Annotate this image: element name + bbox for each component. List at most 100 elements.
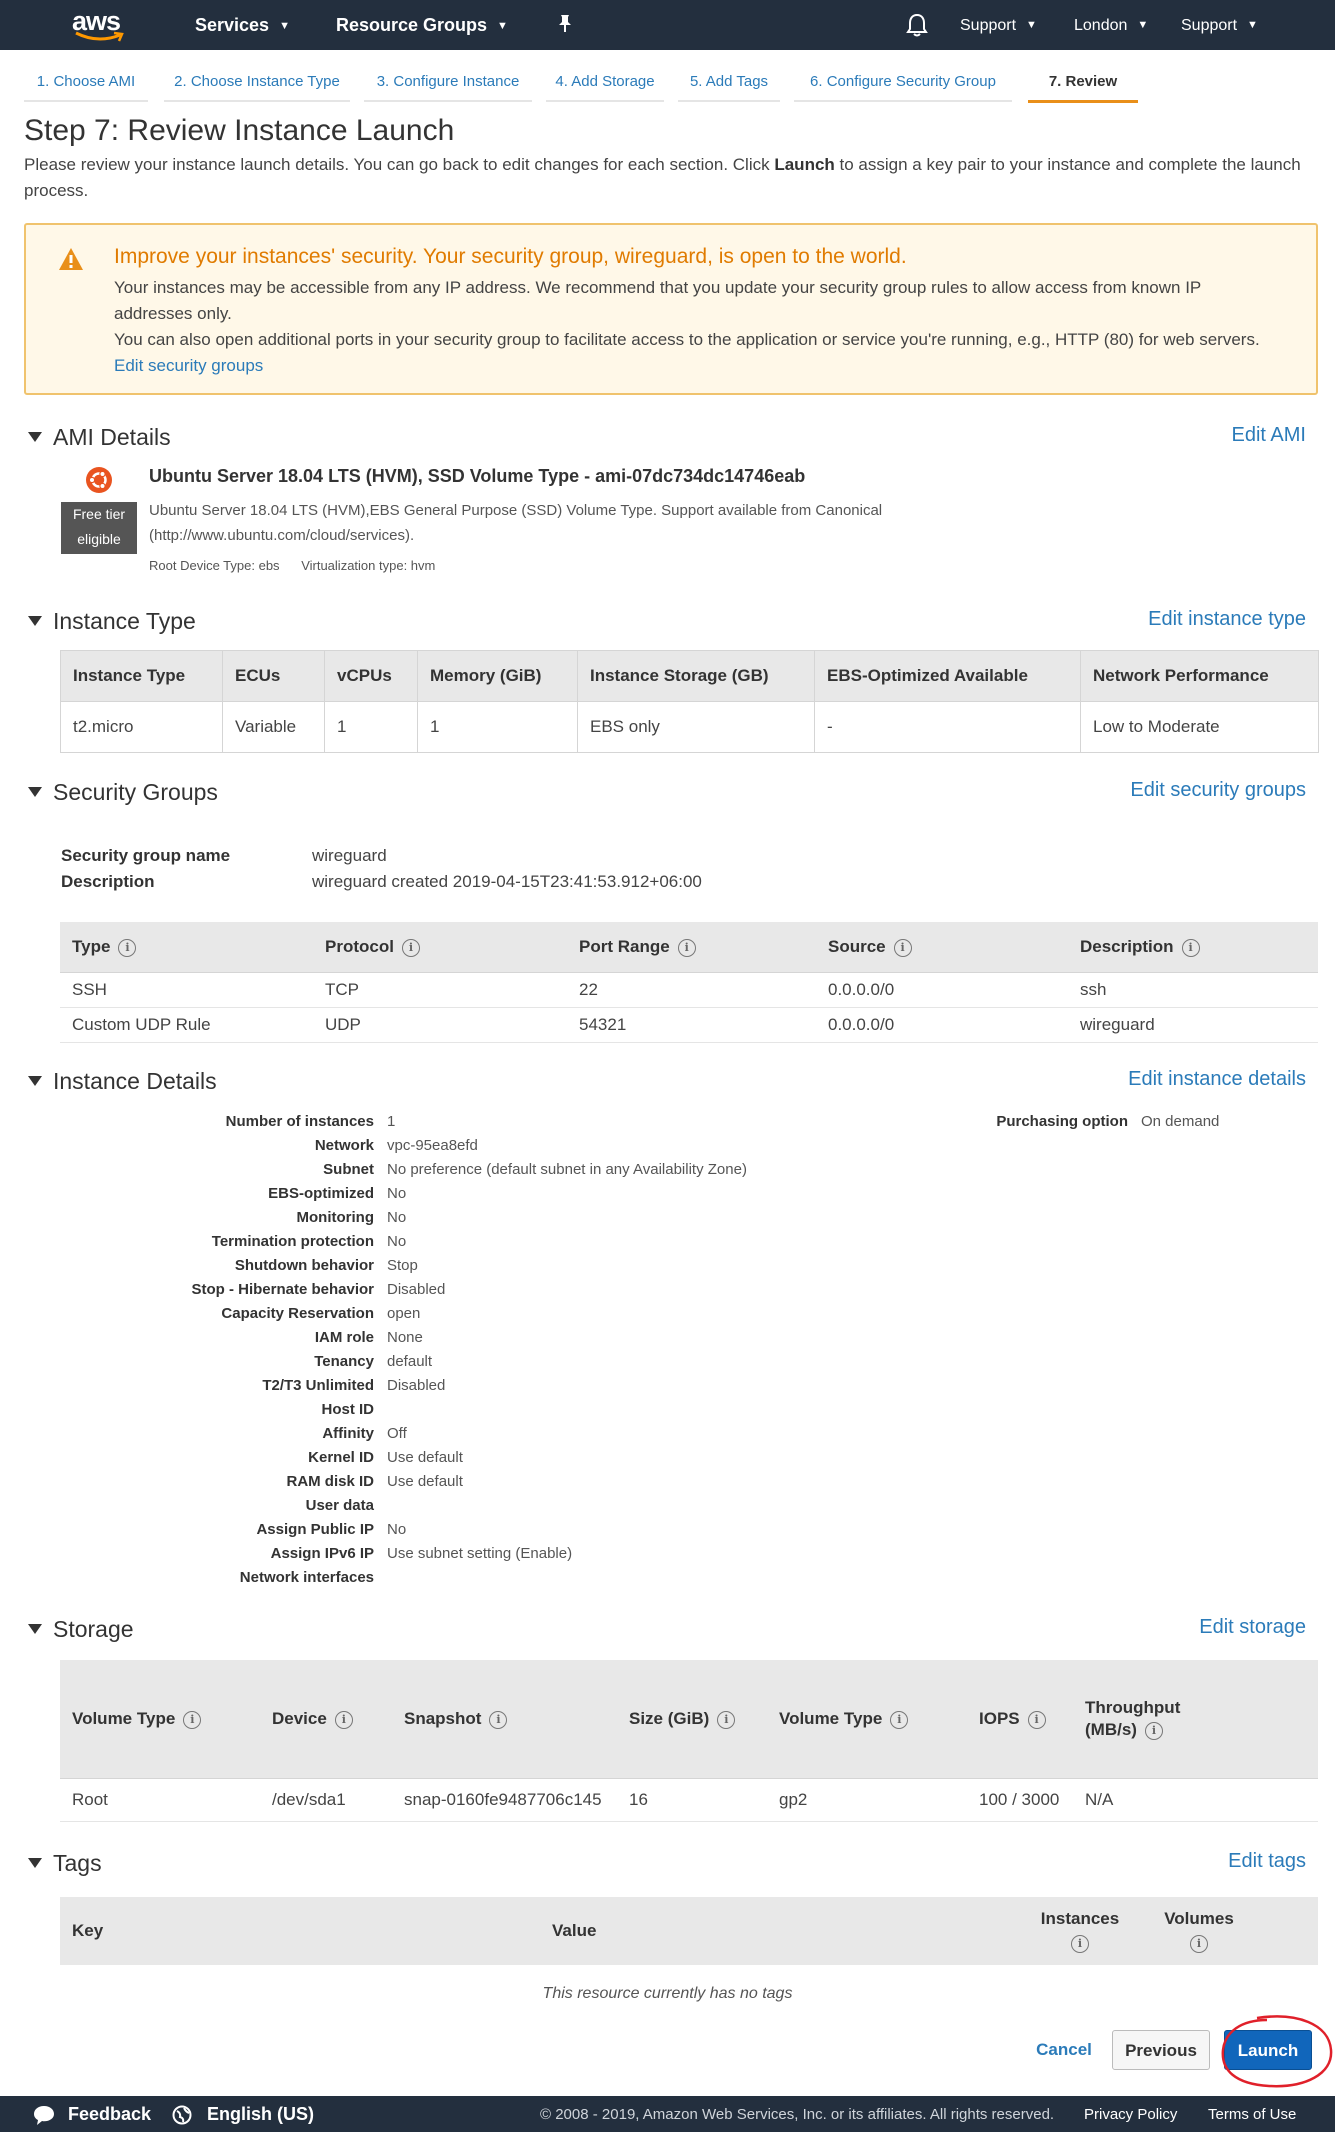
support-menu[interactable]: Support ▼ bbox=[1181, 0, 1258, 50]
bell-icon[interactable] bbox=[905, 12, 929, 38]
tags-table: Key Value Instances i Volumes i bbox=[60, 1897, 1318, 1965]
detail-label: Shutdown behavior bbox=[234, 1257, 374, 1274]
collapse-triangle-icon[interactable] bbox=[28, 787, 42, 797]
aws-logo[interactable]: aws bbox=[72, 6, 132, 44]
column-header: Key bbox=[60, 1897, 540, 1965]
tab-add-storage[interactable]: 4. Add Storage bbox=[546, 64, 664, 102]
warning-title: Improve your instances' security. Your s… bbox=[114, 245, 907, 268]
table-header-row: Key Value Instances i Volumes i bbox=[60, 1897, 1318, 1965]
section-title: Instance Details bbox=[53, 1068, 217, 1094]
instance-details-header[interactable]: Instance Details Edit instance details bbox=[24, 1066, 1318, 1098]
chevron-down-icon: ▼ bbox=[497, 20, 508, 32]
detail-label: Number of instances bbox=[225, 1113, 374, 1130]
table-row: SSH TCP 22 0.0.0.0/0 ssh bbox=[60, 972, 1318, 1008]
info-icon[interactable]: i bbox=[1181, 939, 1200, 957]
table-cell: 54321 bbox=[567, 1007, 816, 1043]
detail-label: Tenancy bbox=[314, 1353, 374, 1370]
collapse-triangle-icon[interactable] bbox=[28, 1858, 42, 1868]
table-cell: snap-0160fe9487706c145 bbox=[392, 1778, 617, 1822]
ami-details-header[interactable]: AMI Details Edit AMI bbox=[24, 422, 1318, 454]
table-cell: UDP bbox=[313, 1007, 567, 1043]
storage-header[interactable]: Storage Edit storage bbox=[24, 1614, 1318, 1646]
instance-type-header[interactable]: Instance Type Edit instance type bbox=[24, 606, 1318, 638]
section-title: Instance Type bbox=[53, 608, 196, 634]
ubuntu-logo-icon bbox=[86, 467, 112, 493]
terms-of-use-link[interactable]: Terms of Use bbox=[1208, 2096, 1296, 2132]
info-icon[interactable]: i bbox=[893, 939, 912, 957]
edit-instance-type-link[interactable]: Edit instance type bbox=[1148, 608, 1306, 631]
column-header bbox=[1258, 1897, 1318, 1965]
edit-security-groups-link[interactable]: Edit security groups bbox=[1130, 779, 1306, 802]
info-icon[interactable]: i bbox=[1190, 1935, 1208, 1953]
edit-tags-link[interactable]: Edit tags bbox=[1228, 1850, 1306, 1873]
pin-icon[interactable] bbox=[556, 14, 574, 34]
tags-header[interactable]: Tags Edit tags bbox=[24, 1848, 1318, 1880]
cancel-button[interactable]: Cancel bbox=[1026, 2030, 1102, 2070]
detail-value: None bbox=[387, 1329, 423, 1346]
tab-add-tags[interactable]: 5. Add Tags bbox=[678, 64, 780, 102]
privacy-policy-link[interactable]: Privacy Policy bbox=[1084, 2096, 1177, 2132]
detail-label: Network interfaces bbox=[239, 1569, 374, 1586]
info-icon[interactable]: i bbox=[1071, 1935, 1089, 1953]
collapse-triangle-icon[interactable] bbox=[28, 616, 42, 626]
tab-choose-instance-type[interactable]: 2. Choose Instance Type bbox=[164, 64, 350, 102]
table-cell: ssh bbox=[1068, 972, 1318, 1008]
detail-label: User data bbox=[305, 1497, 374, 1514]
detail-value: No bbox=[387, 1233, 407, 1250]
edit-security-groups-link[interactable]: Edit security groups bbox=[114, 356, 263, 375]
column-header: Port Range i bbox=[567, 922, 816, 973]
detail-value: Disabled bbox=[387, 1281, 446, 1298]
table-cell: 1 bbox=[324, 701, 418, 753]
detail-value: Use default bbox=[387, 1473, 463, 1490]
info-icon[interactable]: i bbox=[1144, 1722, 1163, 1740]
detail-value: default bbox=[387, 1353, 433, 1370]
services-menu[interactable]: Services ▼ bbox=[195, 0, 290, 50]
info-icon[interactable]: i bbox=[890, 1711, 909, 1729]
table-cell: EBS only bbox=[577, 701, 815, 753]
info-icon[interactable]: i bbox=[1027, 1711, 1046, 1729]
detail-value: open bbox=[387, 1305, 421, 1322]
tab-review[interactable]: 7. Review bbox=[1028, 64, 1138, 103]
resource-groups-menu[interactable]: Resource Groups ▼ bbox=[336, 0, 508, 50]
security-group-description-value: wireguard created 2019-04-15T23:41:53.91… bbox=[312, 872, 702, 891]
feedback-link[interactable]: Feedback bbox=[68, 2096, 151, 2132]
info-icon[interactable]: i bbox=[717, 1711, 736, 1729]
tab-choose-ami[interactable]: 1. Choose AMI bbox=[24, 64, 148, 102]
detail-label: Assign IPv6 IP bbox=[270, 1545, 374, 1562]
collapse-triangle-icon[interactable] bbox=[28, 1624, 42, 1634]
tab-configure-instance[interactable]: 3. Configure Instance bbox=[364, 64, 532, 102]
info-icon[interactable]: i bbox=[677, 939, 696, 957]
previous-button[interactable]: Previous bbox=[1112, 2030, 1210, 2070]
table-header-row: Volume Type i Device i Snapshot i Size (GiB… bbox=[60, 1660, 1318, 1779]
detail-label: Kernel ID bbox=[308, 1449, 374, 1466]
column-header: Instances i bbox=[1020, 1897, 1140, 1965]
language-selector[interactable]: English (US) bbox=[207, 2096, 314, 2132]
info-icon[interactable]: i bbox=[183, 1711, 202, 1729]
info-icon[interactable]: i bbox=[118, 939, 137, 957]
detail-value: 1 bbox=[387, 1113, 396, 1130]
collapse-triangle-icon[interactable] bbox=[28, 1076, 42, 1086]
edit-instance-details-link[interactable]: Edit instance details bbox=[1128, 1068, 1306, 1091]
detail-label: EBS-optimized bbox=[268, 1185, 374, 1202]
info-icon[interactable]: i bbox=[334, 1711, 353, 1729]
region-menu[interactable]: London ▼ bbox=[1074, 0, 1148, 50]
warning-text: Your instances may be accessible from an… bbox=[114, 278, 1260, 375]
info-icon[interactable]: i bbox=[489, 1711, 508, 1729]
no-tags-message: This resource currently has no tags bbox=[542, 1985, 793, 2002]
column-header: ECUs bbox=[222, 650, 325, 702]
detail-value: Use subnet setting (Enable) bbox=[387, 1545, 573, 1562]
virtualization-type: Virtualization type: hvm bbox=[301, 558, 436, 573]
account-menu[interactable]: Support ▼ bbox=[960, 0, 1037, 50]
collapse-triangle-icon[interactable] bbox=[28, 432, 42, 442]
tab-configure-security-group[interactable]: 6. Configure Security Group bbox=[794, 64, 1012, 102]
info-icon[interactable]: i bbox=[401, 939, 420, 957]
detail-value: No bbox=[387, 1521, 407, 1538]
warning-icon bbox=[59, 248, 83, 270]
table-cell: wireguard bbox=[1068, 1007, 1318, 1043]
edit-storage-link[interactable]: Edit storage bbox=[1199, 1616, 1306, 1639]
detail-value: Off bbox=[387, 1425, 407, 1442]
security-groups-header[interactable]: Security Groups Edit security groups bbox=[24, 777, 1318, 809]
edit-ami-link[interactable]: Edit AMI bbox=[1232, 424, 1306, 447]
instance-type-table: Instance Type ECUs vCPUs Memory (GiB) In… bbox=[60, 650, 1319, 753]
section-title: Security Groups bbox=[53, 779, 218, 805]
